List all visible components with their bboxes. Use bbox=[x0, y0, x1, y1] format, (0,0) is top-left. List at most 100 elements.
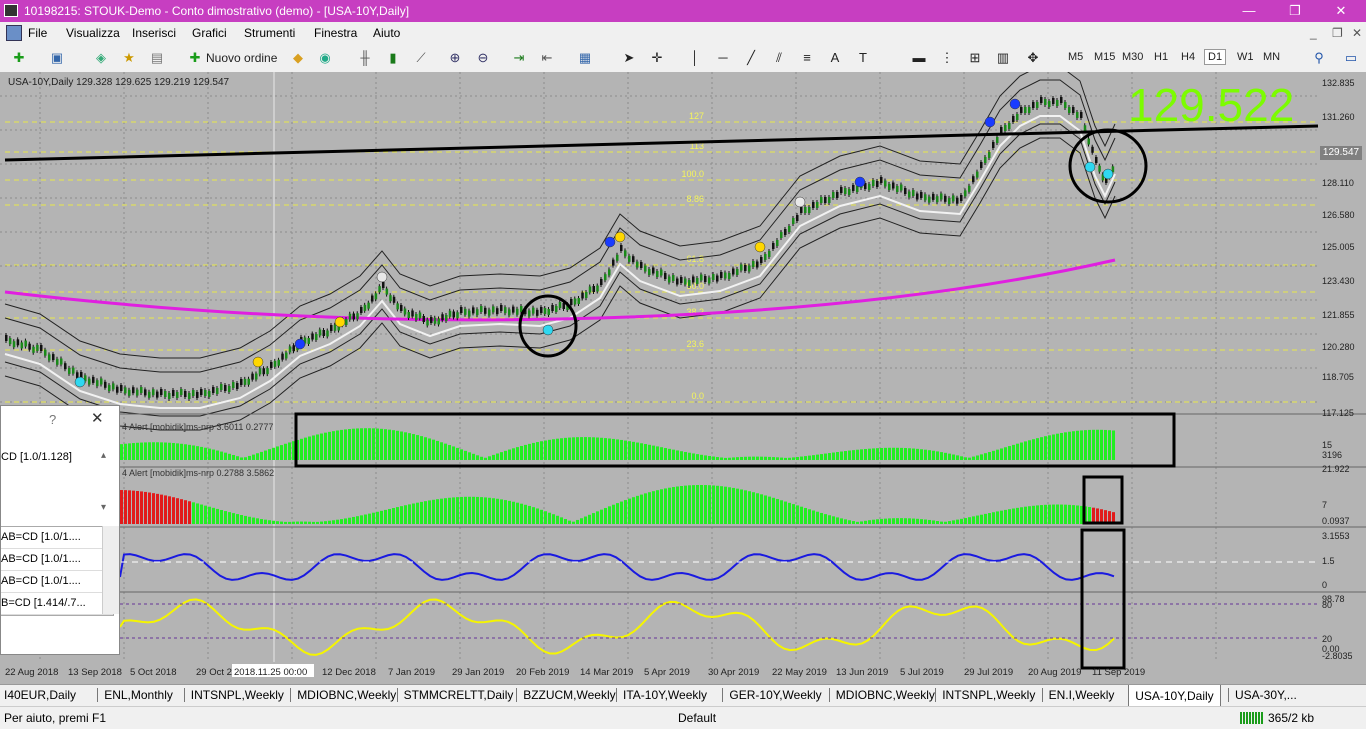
candle-body bbox=[124, 387, 127, 394]
list-item[interactable]: AB=CD [1.0/1.... bbox=[1, 571, 113, 593]
dialog-field[interactable]: CD [1.0/1.128] bbox=[1, 451, 72, 463]
chart-tab[interactable]: ITA-10Y,Weekly bbox=[616, 688, 707, 702]
profiles-icon[interactable]: ▣ bbox=[48, 49, 66, 67]
histogram-bar bbox=[704, 485, 707, 524]
market-watch-icon[interactable]: ◈ bbox=[92, 49, 110, 67]
list-scrollbar[interactable] bbox=[102, 526, 119, 614]
scroll-up-icon[interactable]: ▴ bbox=[101, 450, 106, 461]
histogram-bar bbox=[920, 449, 923, 460]
timeframe-m30[interactable]: M30 bbox=[1122, 51, 1143, 63]
menu-charts[interactable]: Grafici bbox=[192, 26, 227, 40]
chat-icon[interactable]: ▭ bbox=[1342, 49, 1360, 67]
volumes-icon[interactable]: ▥ bbox=[994, 49, 1012, 67]
child-close-button[interactable]: ✕ bbox=[1352, 26, 1362, 40]
line-chart-icon[interactable]: ⟋ bbox=[412, 49, 430, 67]
close-button[interactable]: ✕ bbox=[1318, 0, 1364, 22]
histogram-bar bbox=[588, 437, 591, 460]
timeframe-d1[interactable]: D1 bbox=[1204, 49, 1227, 65]
metaeditor-icon[interactable]: ◆ bbox=[289, 49, 307, 67]
indicator-dialog[interactable]: ? ✕ CD [1.0/1.128] ▴ ▾ AB=CD [1.0/1.... … bbox=[0, 405, 120, 655]
list-item[interactable]: AB=CD [1.0/1.... bbox=[1, 549, 113, 571]
menu-insert[interactable]: Inserisci bbox=[132, 26, 176, 40]
menu-help[interactable]: Aiuto bbox=[373, 26, 400, 40]
histogram-bar bbox=[572, 521, 575, 524]
zoom-out-icon[interactable]: ⊖ bbox=[474, 49, 492, 67]
cursor-icon[interactable]: ➤ bbox=[620, 49, 638, 67]
dialog-close-button[interactable]: ✕ bbox=[91, 409, 104, 427]
histogram-bar bbox=[868, 520, 871, 524]
chart-tab[interactable]: EN.I,Weekly bbox=[1041, 688, 1114, 702]
pattern-list[interactable]: AB=CD [1.0/1.... AB=CD [1.0/1.... AB=CD … bbox=[1, 526, 114, 616]
crosshair-icon[interactable]: ✛ bbox=[648, 49, 666, 67]
restore-button[interactable]: ❐ bbox=[1272, 0, 1318, 22]
text-icon[interactable]: A bbox=[826, 49, 844, 67]
candlestick-icon[interactable]: ▮ bbox=[384, 49, 402, 67]
timeframe-h1[interactable]: H1 bbox=[1154, 51, 1168, 63]
templates-icon[interactable]: ▦ bbox=[576, 49, 594, 67]
histogram-bar bbox=[172, 443, 175, 460]
chart-tab[interactable]: STMMCRELTT,Daily bbox=[396, 688, 513, 702]
search-icon[interactable]: ⚲ bbox=[1310, 49, 1328, 67]
histogram-bar bbox=[1096, 429, 1099, 460]
chart-tab[interactable]: GER-10Y,Weekly bbox=[722, 688, 822, 702]
timeframe-m5[interactable]: M5 bbox=[1068, 51, 1083, 63]
timeframe-w1[interactable]: W1 bbox=[1237, 51, 1254, 63]
histogram-bar bbox=[624, 440, 627, 460]
grid-icon[interactable]: ⊞ bbox=[966, 49, 984, 67]
timeframe-m15[interactable]: M15 bbox=[1094, 51, 1115, 63]
new-chart-icon[interactable]: ✚ bbox=[10, 49, 28, 67]
arrows-dropdown-icon[interactable]: ✥ bbox=[1024, 49, 1042, 67]
histogram-bar bbox=[592, 437, 595, 460]
histogram-bar bbox=[476, 455, 479, 460]
histogram-bar bbox=[876, 448, 879, 460]
equidistant-channel-icon[interactable]: ⫽ bbox=[770, 49, 788, 67]
candle-body bbox=[418, 312, 422, 319]
help-icon[interactable]: ? bbox=[49, 412, 56, 427]
scroll-down-icon[interactable]: ▾ bbox=[101, 502, 106, 513]
chart-tab[interactable]: ENL,Monthly bbox=[97, 688, 173, 702]
chart-tab[interactable]: INTSNPL,Weekly bbox=[183, 688, 284, 702]
timeframe-h4[interactable]: H4 bbox=[1181, 51, 1195, 63]
chart-tab[interactable]: BZZUCM,Weekly bbox=[516, 688, 616, 702]
menu-tools[interactable]: Strumenti bbox=[244, 26, 295, 40]
menu-view[interactable]: Visualizza bbox=[66, 26, 120, 40]
navigator-icon[interactable]: ★ bbox=[120, 49, 138, 67]
child-minimize-button[interactable]: _ bbox=[1310, 26, 1317, 40]
menu-file[interactable]: File bbox=[28, 26, 47, 40]
minimize-button[interactable]: — bbox=[1226, 0, 1272, 22]
trendline-icon[interactable]: ╱ bbox=[742, 49, 760, 67]
bar-chart-icon[interactable]: ╫ bbox=[356, 49, 374, 67]
vertical-line-icon[interactable]: │ bbox=[686, 49, 704, 67]
candle-body bbox=[426, 319, 429, 326]
autoscroll-icon[interactable]: ⇤ bbox=[538, 49, 556, 67]
menu-window[interactable]: Finestra bbox=[314, 26, 357, 40]
chart-tab[interactable]: USA-10Y,Daily bbox=[1128, 685, 1221, 708]
chart-tab[interactable]: USA-30Y,... bbox=[1228, 688, 1297, 702]
list-item[interactable]: B=CD [1.414/.7... bbox=[1, 593, 113, 615]
fibonacci-icon[interactable]: ≡ bbox=[798, 49, 816, 67]
chart-tab[interactable]: MDIOBNC,Weekly bbox=[290, 688, 396, 702]
text-label-icon[interactable]: T bbox=[854, 49, 872, 67]
histogram-bar bbox=[380, 510, 383, 524]
histogram-bar bbox=[292, 521, 295, 524]
list-item[interactable]: AB=CD [1.0/1.... bbox=[1, 527, 113, 549]
chart-area[interactable]: 127 113 100.0 8.86 61.8 50.0 38.2 23.6 0.0 132.8… bbox=[0, 72, 1366, 684]
histogram-bar bbox=[1048, 504, 1051, 524]
child-restore-button[interactable]: ❐ bbox=[1332, 26, 1343, 40]
new-order-icon[interactable]: ✚ bbox=[186, 49, 204, 67]
terminal-icon[interactable]: ▤ bbox=[148, 49, 166, 67]
candle-body bbox=[96, 380, 99, 387]
price-chart[interactable]: 127113100.08.8661.850.038.223.60.0 132.8… bbox=[0, 72, 1366, 684]
horizontal-line-icon[interactable]: ─ bbox=[714, 49, 732, 67]
chart-shift-icon[interactable]: ⇥ bbox=[510, 49, 528, 67]
autotrading-icon[interactable]: ◉ bbox=[316, 49, 334, 67]
timeframe-mn[interactable]: MN bbox=[1263, 51, 1280, 63]
candle-body bbox=[307, 338, 310, 344]
rectangle-icon[interactable]: ▬ bbox=[910, 49, 928, 67]
new-order-button[interactable]: Nuovo ordine bbox=[206, 51, 277, 65]
chart-tab[interactable]: MDIOBNC,Weekly bbox=[828, 688, 935, 702]
period-separators-icon[interactable]: ⋮ bbox=[938, 49, 956, 67]
chart-tab[interactable]: INTSNPL,Weekly bbox=[935, 688, 1035, 702]
zoom-in-icon[interactable]: ⊕ bbox=[446, 49, 464, 67]
chart-tab[interactable]: I40EUR,Daily bbox=[4, 688, 76, 702]
